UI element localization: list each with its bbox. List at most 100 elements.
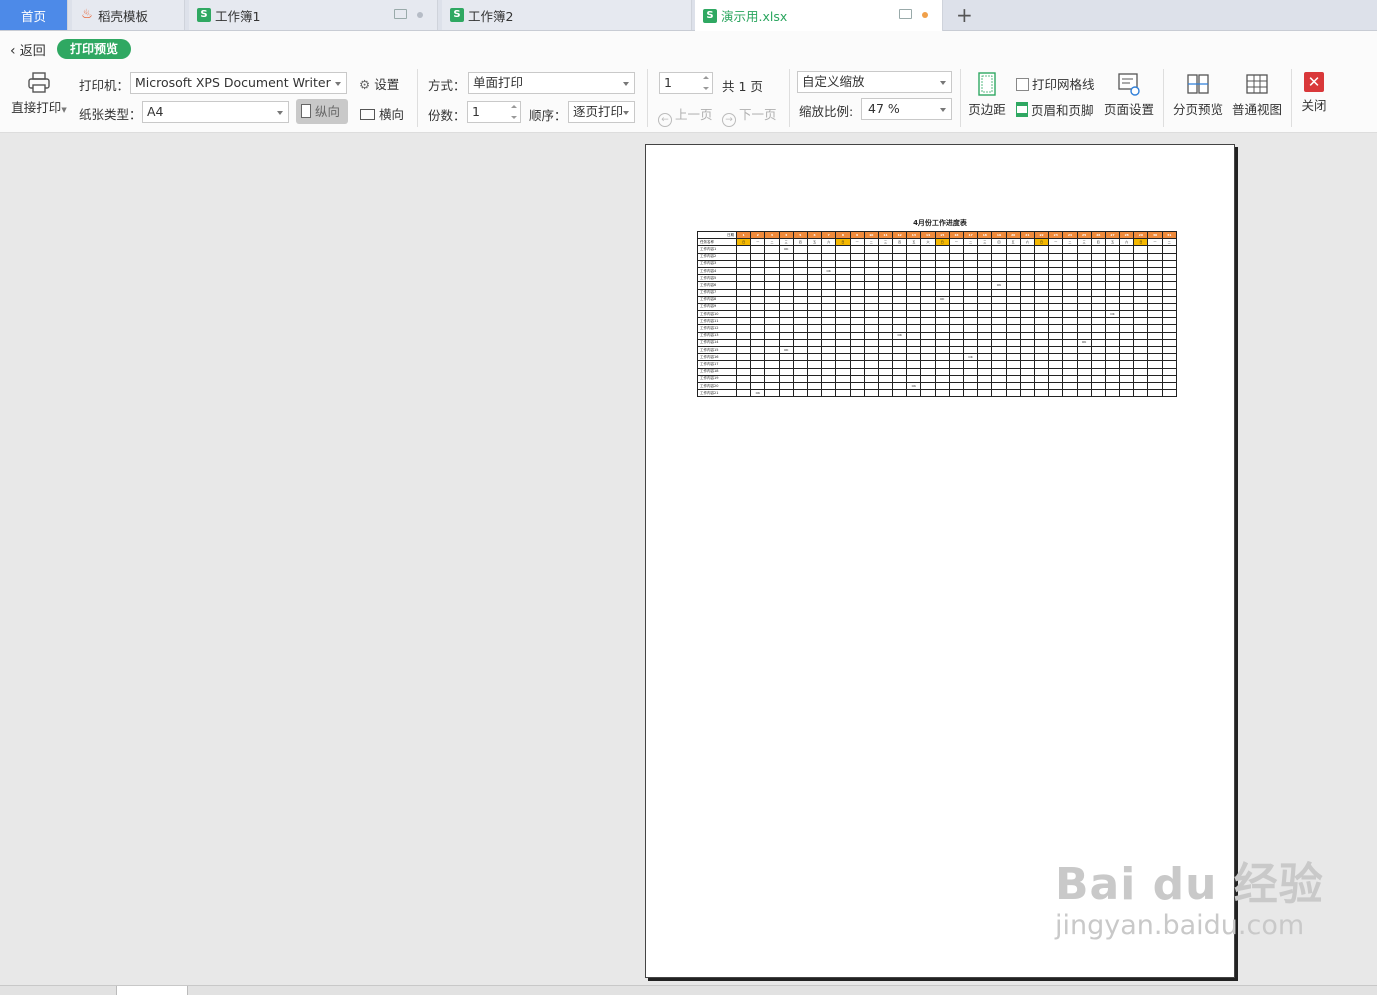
normal-view-button[interactable]: 普通视图	[1231, 72, 1283, 118]
table-cell	[735, 345, 752, 355]
table-cell	[877, 381, 894, 391]
table-cell	[835, 367, 851, 376]
table-cell	[1133, 381, 1149, 391]
table-cell	[849, 360, 865, 369]
table-cell	[1147, 360, 1163, 369]
table-cell	[920, 353, 936, 362]
page-number-stepper[interactable]: 1	[659, 72, 713, 94]
portrait-page-icon	[301, 104, 311, 118]
table-cell	[892, 338, 908, 348]
print-preview-badge: 打印预览	[57, 39, 131, 59]
table-cell	[1090, 281, 1106, 290]
table-cell	[849, 345, 865, 355]
print-gridlines-checkbox[interactable]: 打印网格线	[1016, 74, 1095, 93]
table-cell	[863, 324, 879, 333]
table-cell	[778, 266, 794, 276]
table-cell	[934, 317, 950, 326]
table-cell	[1090, 367, 1106, 376]
day-cell: 22	[1033, 230, 1050, 240]
scale-mode-select[interactable]: 自定义缩放	[797, 71, 952, 93]
table-cell	[1147, 302, 1163, 312]
landscape-button[interactable]: 横向	[360, 104, 404, 123]
stepper-up-icon[interactable]	[511, 105, 517, 108]
copies-stepper[interactable]: 1	[467, 101, 521, 123]
table-cell	[934, 381, 950, 391]
table-cell	[877, 295, 894, 304]
table-cell	[1161, 389, 1177, 398]
tab-docer-templates[interactable]: ♨ 稻壳模板	[72, 0, 185, 30]
weekday-cell: 一	[1147, 238, 1163, 247]
table-cell	[1062, 310, 1078, 319]
table-cell	[735, 302, 752, 312]
table-row: 工作内容7	[697, 288, 1177, 297]
direct-print-label: 直接打印	[11, 100, 62, 115]
printer-settings-button[interactable]: ⚙ 设置	[359, 74, 399, 93]
table-cell	[906, 331, 922, 340]
table-cell	[948, 302, 965, 312]
margins-button[interactable]: 页边距	[967, 72, 1007, 118]
new-tab-button[interactable]: +	[956, 4, 973, 26]
table-cell	[892, 353, 908, 362]
table-cell	[1019, 266, 1035, 276]
direct-print-button[interactable]: 直接打印▼	[9, 72, 69, 116]
weekday-cell: 三	[778, 238, 794, 247]
printer-icon	[28, 72, 50, 93]
tab-demo-xlsx[interactable]: S 演示用.xlsx	[695, 0, 943, 31]
order-select[interactable]: 逐页打印	[568, 101, 635, 123]
back-button[interactable]: ‹ 返回	[10, 40, 46, 59]
tab-workbook2[interactable]: S 工作簿2	[442, 0, 692, 30]
table-cell	[948, 345, 965, 355]
portrait-button[interactable]: 纵向	[296, 99, 348, 124]
table-cell	[1062, 295, 1078, 304]
table-cell	[877, 302, 894, 312]
table-cell	[1048, 245, 1064, 254]
paper-select[interactable]: A4	[142, 101, 289, 123]
table-cell	[1019, 360, 1035, 369]
table-cell	[991, 252, 1007, 261]
toolbar-separator	[1163, 69, 1164, 127]
weekday-cell: 一	[948, 238, 965, 247]
table-row: 工作内容4 OK	[697, 266, 1177, 276]
table-cell	[806, 302, 823, 312]
scale-value-select[interactable]: 47 %	[861, 98, 952, 120]
table-cell	[1019, 374, 1035, 383]
close-preview-button[interactable]: ✕ 关闭	[1298, 72, 1330, 114]
table-cell	[1119, 245, 1135, 254]
table-cell	[750, 374, 766, 383]
scale-mode-value: 自定义缩放	[802, 74, 865, 89]
table-cell	[977, 345, 993, 355]
table-cell	[792, 302, 808, 312]
table-cell	[849, 302, 865, 312]
task-name-cell: 工作内容8	[697, 295, 737, 304]
table-cell	[1033, 295, 1050, 304]
table-cell	[1076, 331, 1092, 340]
method-select[interactable]: 单面打印	[468, 72, 635, 94]
header-footer-button[interactable]: 页眉和页脚	[1016, 100, 1094, 119]
table-cell	[991, 367, 1007, 376]
table-cell	[934, 266, 950, 276]
page-break-preview-button[interactable]: 分页预览	[1172, 72, 1224, 118]
table-cell	[906, 302, 922, 312]
weekday-cell: 三	[977, 238, 993, 247]
next-page-button[interactable]: → 下一页	[722, 104, 777, 127]
spreadsheet-icon: S	[703, 8, 717, 23]
table-cell	[1005, 317, 1021, 326]
stepper-down-icon[interactable]	[511, 116, 517, 119]
prev-page-button[interactable]: ← 上一页	[658, 104, 713, 127]
table-cell	[920, 317, 936, 326]
stepper-down-icon[interactable]	[703, 87, 709, 90]
tab-home[interactable]: 首页	[0, 0, 68, 30]
table-cell	[806, 259, 823, 268]
stepper-up-icon[interactable]	[703, 76, 709, 79]
progress-table: 日期 1 2 3 4 5 6 7 8 9 10 11 12 13 14 15 16 17 18 19 20 21 22 23 2…	[697, 230, 1177, 398]
tab-workbook1[interactable]: S 工作簿1	[189, 0, 438, 30]
page-setup-button[interactable]: 页面设置	[1103, 72, 1155, 118]
table-cell	[877, 317, 894, 326]
table-cell	[1033, 245, 1050, 254]
settings-icon: ⚙	[359, 77, 371, 92]
day-cell: 10	[863, 230, 879, 240]
table-cell	[1104, 317, 1121, 326]
printer-select[interactable]: Microsoft XPS Document Writer	[130, 72, 347, 94]
tab-label: 演示用.xlsx	[721, 9, 788, 24]
table-cell	[1161, 259, 1177, 268]
